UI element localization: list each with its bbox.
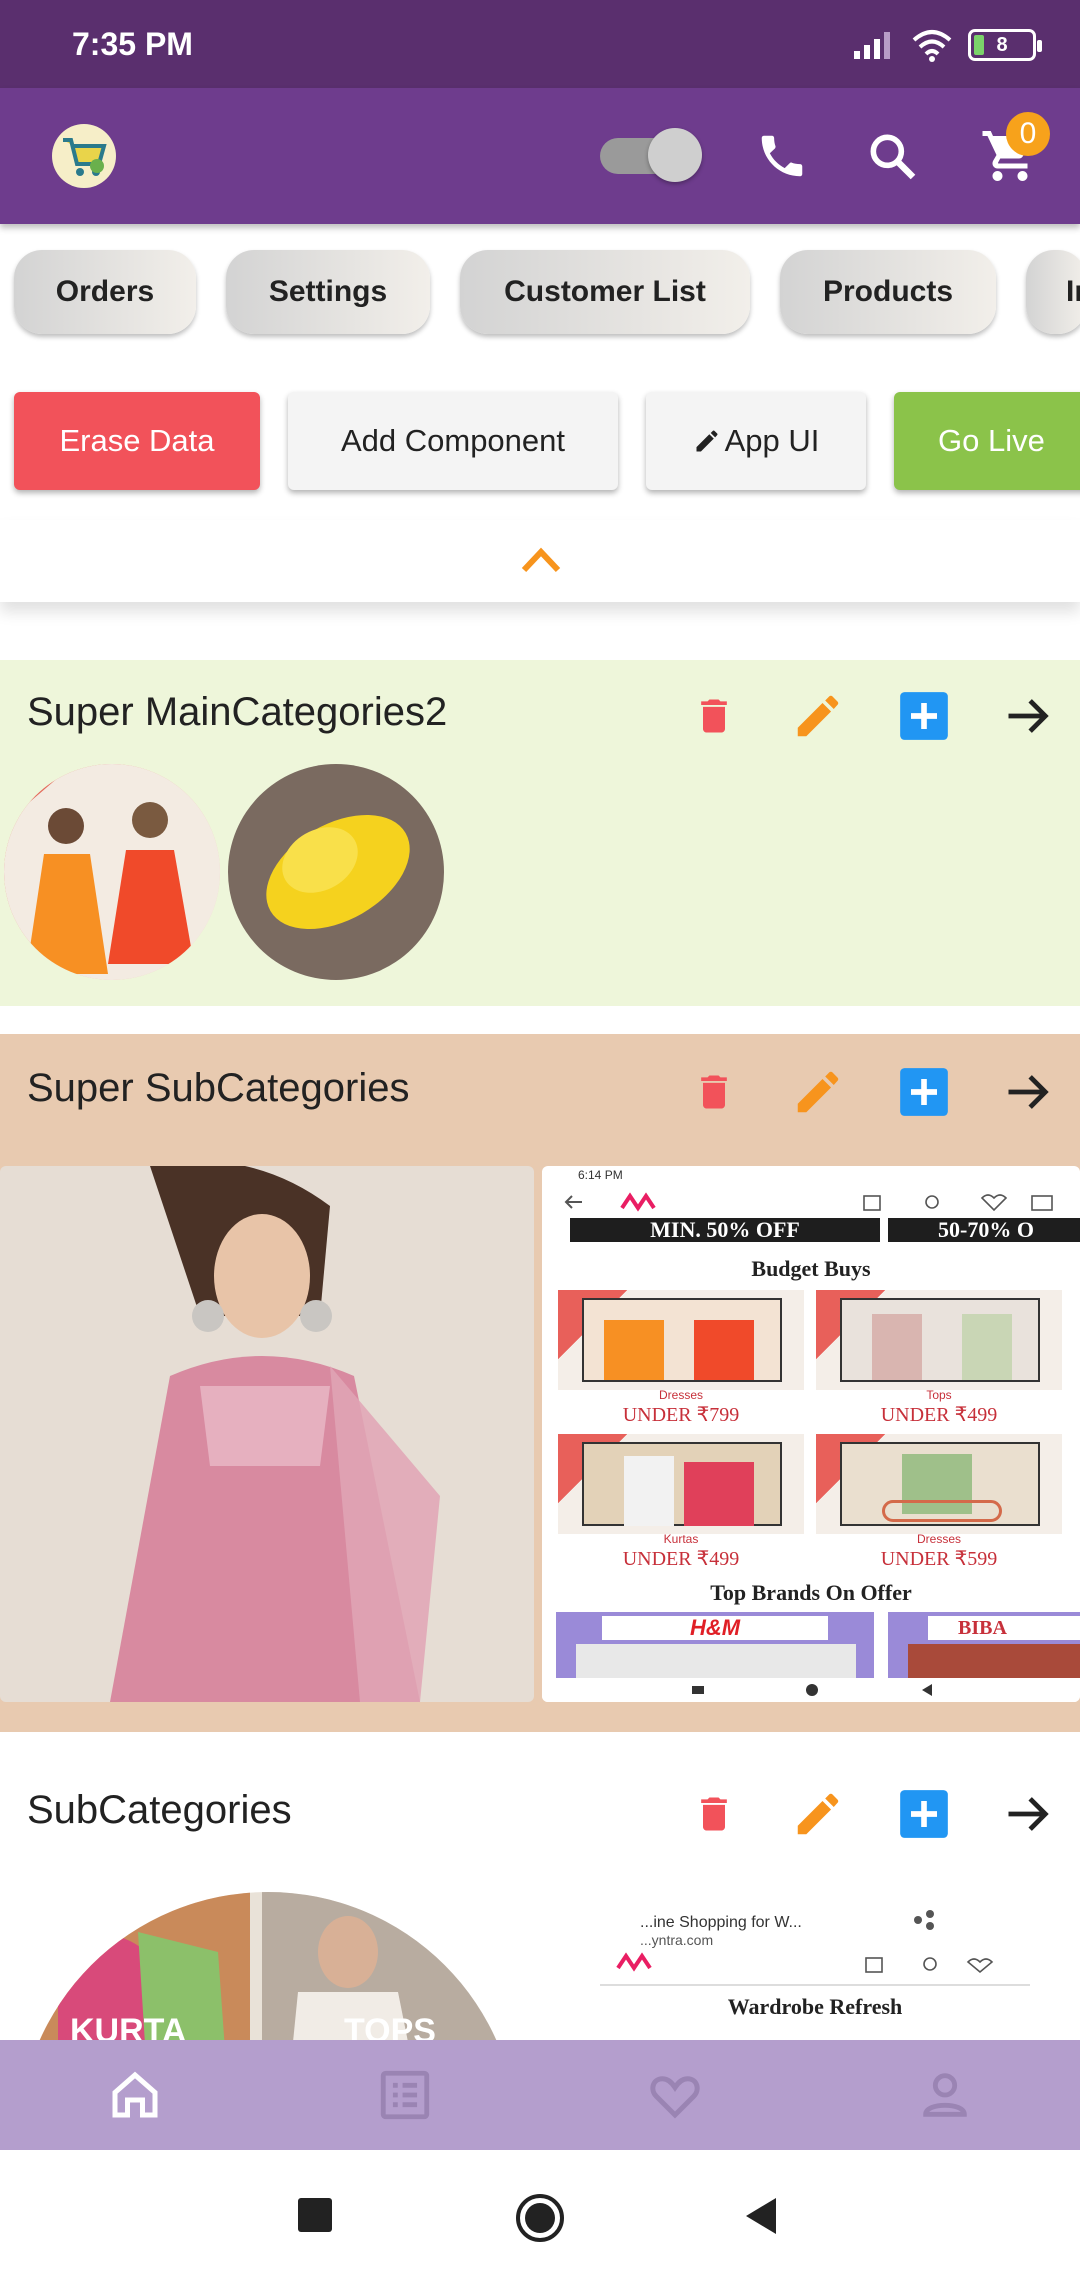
category-image-slipper[interactable] xyxy=(228,764,444,980)
go-live-button[interactable]: Go Live xyxy=(894,392,1080,490)
screenshot-nav-bar xyxy=(542,1678,1080,1702)
app-bar: 0 xyxy=(0,88,1080,224)
delete-icon[interactable] xyxy=(686,688,742,744)
screenshot-time: 6:14 PM xyxy=(578,1168,623,1182)
add-icon[interactable] xyxy=(896,1786,952,1842)
app-ui-label: App UI xyxy=(724,423,820,458)
edit-icon[interactable] xyxy=(790,1786,846,1842)
action-buttons: Erase Data Add Component App UI Go Live xyxy=(0,392,1080,492)
tile-price: UNDER ₹499 xyxy=(880,1404,998,1426)
tile-category: Dresses xyxy=(658,1388,703,1402)
status-bar: 7:35 PM 8 xyxy=(0,0,1080,88)
tile-price: UNDER ₹499 xyxy=(622,1548,740,1570)
cart-button[interactable]: 0 xyxy=(980,112,1050,186)
home-button-icon[interactable] xyxy=(514,2192,566,2244)
screenshot-tile: Dresses UNDER ₹599 xyxy=(816,1434,1062,1574)
chip-settings[interactable]: Settings xyxy=(226,250,430,334)
screenshot-tile: Dresses UNDER ₹799 xyxy=(558,1290,804,1430)
phone-icon[interactable] xyxy=(752,126,812,186)
delete-icon[interactable] xyxy=(686,1064,742,1120)
tile-category: Kurtas xyxy=(663,1532,699,1546)
screenshot-banner-left: MIN. 50% OFF xyxy=(570,1218,880,1242)
pencil-icon xyxy=(696,430,718,452)
chevron-up-icon[interactable] xyxy=(520,544,562,574)
screenshot-heading: Budget Buys xyxy=(751,1256,871,1281)
delete-icon[interactable] xyxy=(686,1786,742,1842)
section-super-main-categories: Super MainCategories2 xyxy=(0,660,1080,1006)
subcategory-circle-image[interactable]: KURTA TOPS xyxy=(18,1892,518,2040)
arrow-right-icon[interactable] xyxy=(1000,1786,1056,1842)
arrow-right-icon[interactable] xyxy=(1000,688,1056,744)
home-icon[interactable] xyxy=(102,2062,168,2128)
screenshot-brands-heading: Top Brands On Offer xyxy=(710,1580,912,1605)
edit-icon[interactable] xyxy=(790,1064,846,1120)
collapse-panel xyxy=(0,520,1080,602)
screenshot-toolbar-icons xyxy=(600,1910,1030,1986)
search-icon[interactable] xyxy=(862,126,922,186)
system-navigation-bar xyxy=(0,2150,1080,2280)
subcategory-screenshot-wardrobe[interactable]: ...ine Shopping for W... ...yntra.com Wa… xyxy=(600,1892,1030,2040)
screenshot-brand-tile: BIBA xyxy=(888,1612,1080,1678)
brand-label: H&M xyxy=(602,1616,828,1640)
chip-products[interactable]: Products xyxy=(780,250,996,334)
recent-apps-icon[interactable] xyxy=(296,2196,334,2234)
screenshot-tile: Kurtas UNDER ₹499 xyxy=(558,1434,804,1574)
kurta-label: KURTA xyxy=(70,2012,187,2040)
live-toggle[interactable] xyxy=(600,128,702,182)
erase-data-button[interactable]: Erase Data xyxy=(14,392,260,490)
status-time: 7:35 PM xyxy=(72,26,193,62)
chip-orders[interactable]: Orders xyxy=(14,250,196,334)
screenshot-banner-right: 50-70% O xyxy=(888,1218,1080,1242)
app-screen: 7:35 PM 8 0 Orders Settings Customer Lis… xyxy=(0,0,1080,2280)
tops-label: TOPS xyxy=(344,2012,436,2040)
chip-customer-list[interactable]: Customer List xyxy=(460,250,750,334)
section-title: Super SubCategories xyxy=(27,1066,410,1110)
add-component-button[interactable]: Add Component xyxy=(288,392,618,490)
screenshot-brand-tile: H&M xyxy=(556,1612,874,1678)
tile-price: UNDER ₹799 xyxy=(622,1404,740,1426)
favorites-icon[interactable] xyxy=(642,2062,708,2128)
tile-price: UNDER ₹599 xyxy=(880,1548,998,1570)
bottom-navigation xyxy=(0,2040,1080,2150)
edit-icon[interactable] xyxy=(790,688,846,744)
status-icons: 8 xyxy=(852,28,1042,62)
shop-logo-icon[interactable] xyxy=(52,124,116,188)
battery-icon: 8 xyxy=(968,29,1042,61)
profile-icon[interactable] xyxy=(912,2062,978,2128)
arrow-right-icon[interactable] xyxy=(1000,1064,1056,1120)
cart-count-badge: 0 xyxy=(1006,112,1050,156)
section-super-sub-categories: Super SubCategories 6:14 PM MIN. 50% OFF… xyxy=(0,1034,1080,1732)
nav-chips: Orders Settings Customer List Products I… xyxy=(0,250,1080,336)
app-ui-button[interactable]: App UI xyxy=(646,392,866,490)
battery-level: 8 xyxy=(996,33,1008,56)
category-image-dresses[interactable] xyxy=(4,764,220,980)
subcategory-image-kurta[interactable] xyxy=(0,1166,534,1702)
brand-label: BIBA xyxy=(928,1616,1080,1640)
add-icon[interactable] xyxy=(896,688,952,744)
screenshot-heading: Wardrobe Refresh xyxy=(727,1994,903,2019)
section-sub-categories: SubCategories KURTA TOPS ...ine Shopping… xyxy=(0,1732,1080,2040)
chip-partial[interactable]: In xyxy=(1026,250,1080,334)
signal-icon xyxy=(854,32,890,59)
wifi-icon xyxy=(912,30,952,62)
tile-category: Dresses xyxy=(916,1532,961,1546)
subcategory-screenshot-budget-buys[interactable]: 6:14 PM MIN. 50% OFF 50-70% O Budget Buy… xyxy=(542,1166,1080,1702)
screenshot-tile: Tops UNDER ₹499 xyxy=(816,1290,1062,1430)
section-title: SubCategories xyxy=(27,1788,292,1832)
section-title: Super MainCategories2 xyxy=(27,690,448,734)
orders-list-icon[interactable] xyxy=(372,2062,438,2128)
back-icon[interactable] xyxy=(742,2196,780,2236)
screenshot-toolbar-icons xyxy=(564,1192,1053,1212)
tile-category: Tops xyxy=(926,1388,952,1402)
add-icon[interactable] xyxy=(896,1064,952,1120)
